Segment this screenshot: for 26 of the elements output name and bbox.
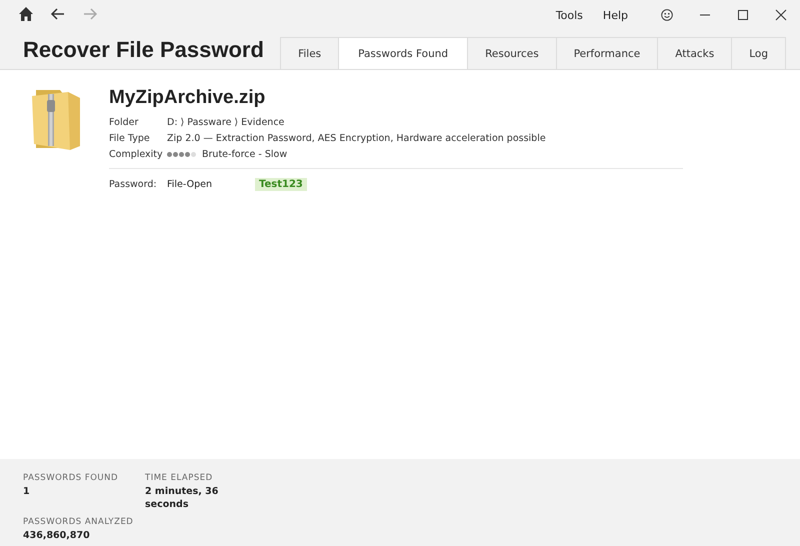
detail-value: Zip 2.0 — Extraction Password, AES Encryption, Hardware acceleration possible <box>167 132 546 144</box>
password-label: Password: <box>109 178 158 190</box>
tab[interactable]: Files <box>280 37 340 69</box>
tab[interactable]: Passwords Found <box>338 37 468 69</box>
menu-item[interactable]: Help <box>602 8 628 22</box>
stat-value: 1 <box>23 485 31 498</box>
stat-value: 436,860,870 <box>23 529 91 542</box>
detail-value: D: ⟩ Passware ⟩ Evidence <box>167 116 284 128</box>
stat-label: TIME ELAPSED <box>145 473 214 483</box>
smiley-icon[interactable] <box>661 9 673 21</box>
password-value: Test123 <box>255 178 307 190</box>
home-button[interactable] <box>18 6 36 24</box>
file-name: MyZipArchive.zip <box>109 87 266 109</box>
stat-label: PASSWORDS ANALYZED <box>23 517 134 527</box>
page-title: Recover File Password <box>23 37 265 63</box>
detail-label: File Type <box>109 132 151 144</box>
password-type: File-Open <box>167 178 213 190</box>
detail-label: Folder <box>109 116 140 128</box>
menu-item[interactable]: Tools <box>556 8 583 22</box>
maximize-icon[interactable] <box>737 9 749 21</box>
detail-value: Brute-force - Slow <box>202 148 288 160</box>
detail-label: Complexity <box>109 148 164 160</box>
tab[interactable]: Log <box>731 37 786 69</box>
close-icon[interactable] <box>775 9 787 21</box>
stat-value: 2 minutes, 36 seconds <box>145 485 220 511</box>
stat-label: PASSWORDS FOUND <box>23 473 120 483</box>
